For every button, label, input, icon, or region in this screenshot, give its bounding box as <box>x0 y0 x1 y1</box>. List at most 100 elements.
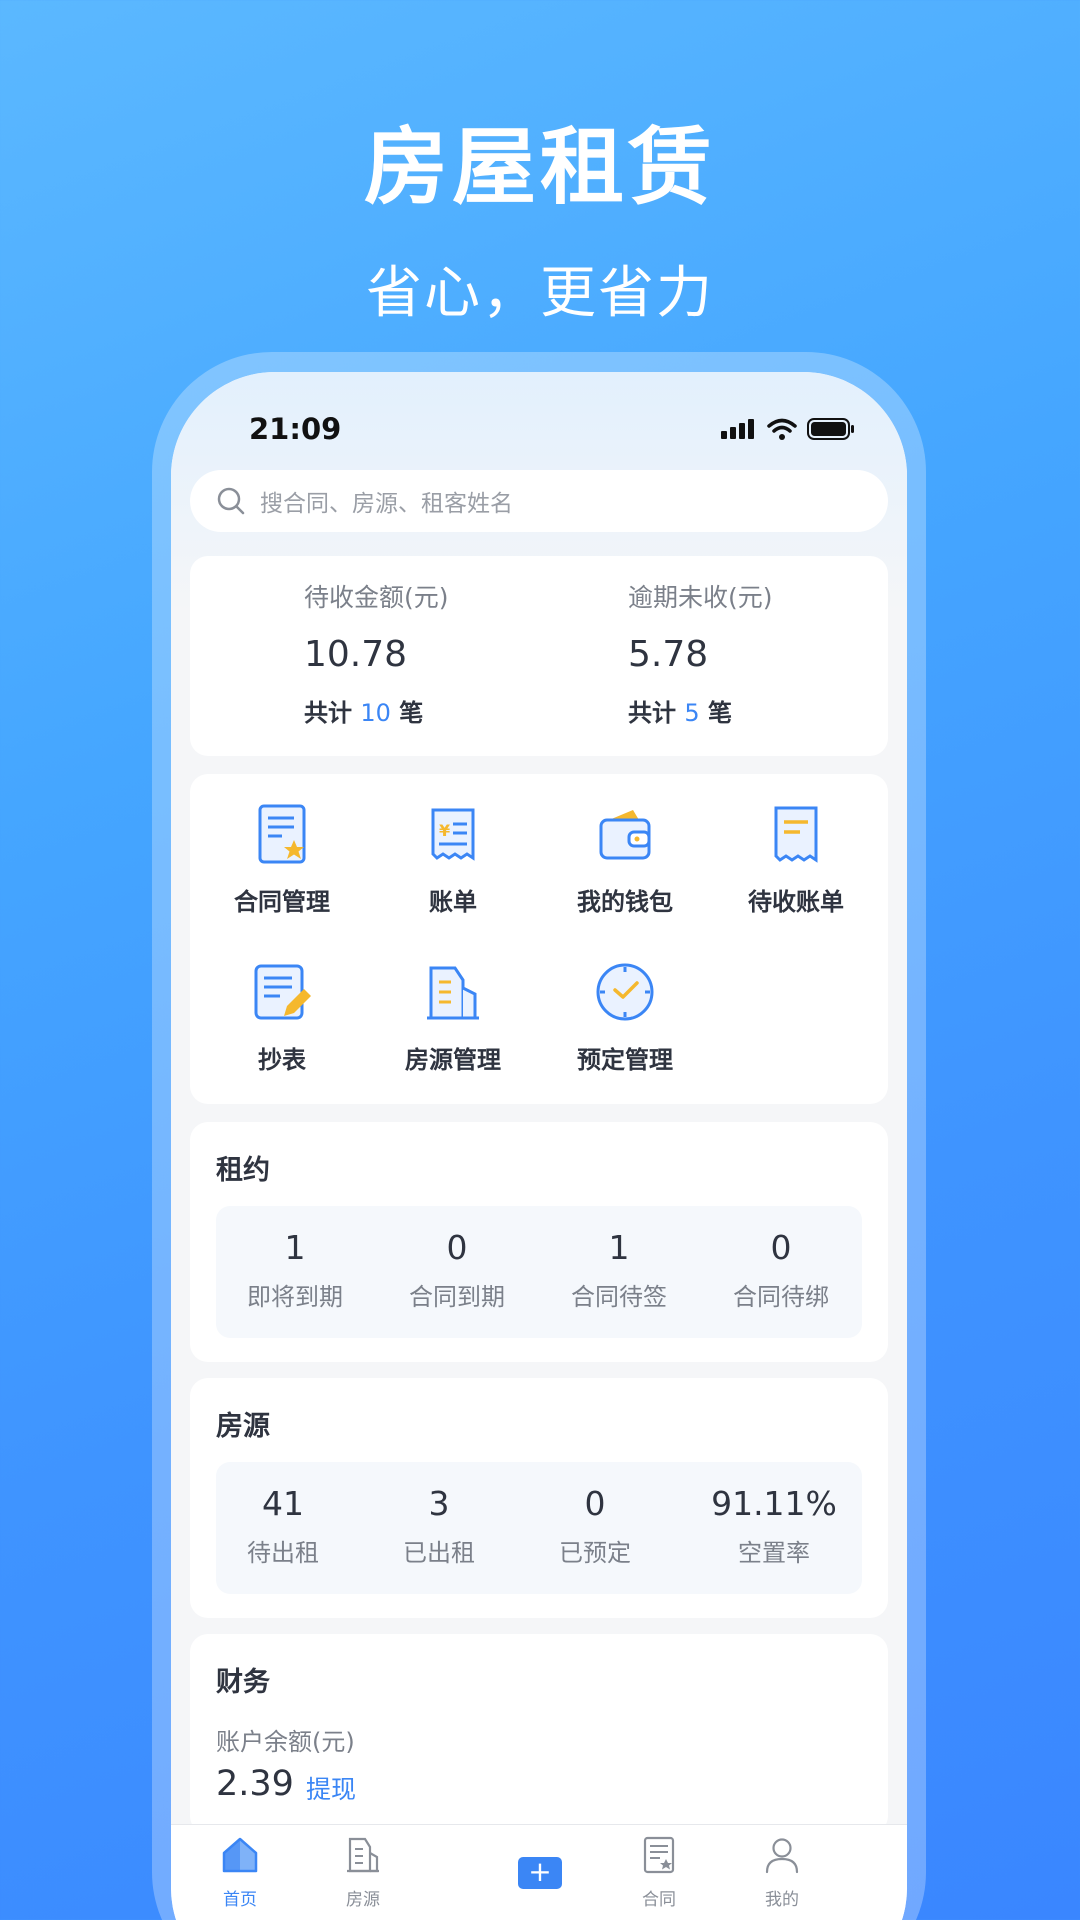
overdue-count-suffix: 笔 <box>708 699 732 727</box>
func-reservation-management[interactable]: 预定管理 <box>540 960 710 1075</box>
hero-title: 房屋租赁 <box>363 118 716 216</box>
pending-count: 共计 10 笔 <box>304 693 449 728</box>
lease-stat-to-bind[interactable]: 0 合同待绑 <box>706 1228 856 1312</box>
func-label: 账单 <box>429 888 477 916</box>
func-building-management[interactable]: 房源管理 <box>368 960 538 1075</box>
func-pending-bill[interactable]: 待收账单 <box>711 802 881 917</box>
balance-value: 2.39 <box>216 1764 294 1804</box>
wallet-icon <box>599 810 651 860</box>
stat-value: 1 <box>284 1228 306 1267</box>
house-stat-reserved[interactable]: 0 已预定 <box>520 1484 670 1568</box>
func-label: 我的钱包 <box>577 888 673 916</box>
receivable-card: 待收金额(元) 10.78 共计 10 笔 逾期未收(元) 5.78 共计 5 … <box>190 556 888 756</box>
contract-icon <box>258 804 306 864</box>
stat-label: 空置率 <box>738 1539 810 1567</box>
person-icon <box>765 1838 799 1874</box>
status-icons <box>721 418 855 440</box>
clock-icon <box>596 963 654 1021</box>
search-bar[interactable]: 搜合同、房源、租客姓名 <box>190 470 888 532</box>
overdue-amount-value: 5.78 <box>628 634 709 675</box>
stat-label: 合同到期 <box>409 1283 505 1311</box>
stat-value: 0 <box>770 1228 792 1267</box>
building-icon <box>347 1837 379 1873</box>
tab-label: 房源 <box>346 1890 380 1910</box>
house-stat-to-rent[interactable]: 41 待出租 <box>208 1484 358 1568</box>
svg-text:¥: ¥ <box>439 821 450 840</box>
stat-label: 合同待绑 <box>733 1283 829 1311</box>
search-icon <box>217 487 245 515</box>
stat-label: 待出租 <box>247 1539 319 1567</box>
stat-label: 已出租 <box>403 1539 475 1567</box>
function-grid: 合同管理 ¥ 账单 我的钱包 待收账单 抄表 房源管理 预定管理 <box>190 774 888 1104</box>
overdue-amount-label: 逾期未收(元) <box>628 583 773 612</box>
pending-count-suffix: 笔 <box>399 699 424 727</box>
func-label: 待收账单 <box>748 888 844 916</box>
tab-label: 合同 <box>642 1890 676 1910</box>
func-label: 房源管理 <box>405 1046 501 1074</box>
lease-stat-expiring-soon[interactable]: 1 即将到期 <box>220 1228 370 1312</box>
house-card: 房源 41 待出租 3 已出租 0 已预定 91.11% 空置率 <box>190 1378 888 1618</box>
stat-value: 91.11% <box>711 1484 837 1523</box>
house-stat-rented[interactable]: 3 已出租 <box>364 1484 514 1568</box>
lease-stat-expired[interactable]: 0 合同到期 <box>382 1228 532 1312</box>
stat-value: 1 <box>608 1228 630 1267</box>
lease-title: 租约 <box>216 1155 270 1186</box>
tab-bar: 首页 房源 + 合同 我的 <box>171 1824 907 1920</box>
tab-mine[interactable]: 我的 <box>722 1835 842 1910</box>
stat-value: 0 <box>446 1228 468 1267</box>
home-icon <box>222 1837 258 1873</box>
overdue-count-number: 5 <box>684 699 700 727</box>
stat-label: 合同待签 <box>571 1283 667 1311</box>
pending-count-number: 10 <box>360 699 391 727</box>
func-label: 合同管理 <box>234 888 330 916</box>
pending-count-prefix: 共计 <box>304 699 352 727</box>
pending-amount[interactable]: 待收金额(元) 10.78 共计 10 笔 <box>304 578 449 728</box>
func-label: 预定管理 <box>577 1046 673 1074</box>
func-contract-management[interactable]: 合同管理 <box>197 802 367 917</box>
func-bill[interactable]: ¥ 账单 <box>368 802 538 917</box>
bill-icon: ¥ <box>431 808 475 861</box>
pending-amount-value: 10.78 <box>304 634 408 675</box>
stat-label: 即将到期 <box>247 1283 343 1311</box>
house-stats: 41 待出租 3 已出租 0 已预定 91.11% 空置率 <box>216 1462 862 1594</box>
meter-reading-icon <box>254 964 311 1020</box>
signal-icon <box>721 419 754 439</box>
tab-label: 我的 <box>765 1890 799 1910</box>
stat-value: 3 <box>428 1484 450 1523</box>
pending-amount-label: 待收金额(元) <box>304 583 449 612</box>
house-title: 房源 <box>216 1411 270 1442</box>
wifi-icon <box>767 418 797 440</box>
contract-icon <box>643 1836 675 1874</box>
house-stat-vacancy-rate[interactable]: 91.11% 空置率 <box>694 1484 854 1568</box>
tab-contract[interactable]: 合同 <box>599 1835 719 1910</box>
overdue-amount[interactable]: 逾期未收(元) 5.78 共计 5 笔 <box>628 578 773 728</box>
add-button[interactable]: + <box>518 1857 562 1889</box>
phone-screen: 21:09 搜合同、房源、租客姓名 待收金额(元) 10.78 共计 10 笔 … <box>171 372 907 1920</box>
stat-value: 41 <box>262 1484 304 1523</box>
finance-title: 财务 <box>216 1667 270 1698</box>
tab-label: 首页 <box>223 1890 257 1910</box>
func-label: 抄表 <box>258 1046 306 1074</box>
lease-stat-to-sign[interactable]: 1 合同待签 <box>544 1228 694 1312</box>
balance-label: 账户余额(元) <box>216 1728 355 1756</box>
tab-house[interactable]: 房源 <box>303 1835 423 1910</box>
withdraw-link[interactable]: 提现 <box>306 1770 356 1806</box>
stat-value: 0 <box>584 1484 606 1523</box>
lease-card: 租约 1 即将到期 0 合同到期 1 合同待签 0 合同待绑 <box>190 1122 888 1362</box>
search-input[interactable]: 搜合同、房源、租客姓名 <box>260 484 513 518</box>
overdue-count: 共计 5 笔 <box>628 693 773 728</box>
tab-home[interactable]: 首页 <box>180 1835 300 1910</box>
finance-card: 财务 账户余额(元) 2.39 提现 <box>190 1634 888 1834</box>
func-wallet[interactable]: 我的钱包 <box>540 802 710 917</box>
pending-bill-icon <box>774 806 818 863</box>
status-time: 21:09 <box>249 412 342 446</box>
stat-label: 已预定 <box>559 1539 631 1567</box>
func-meter-reading[interactable]: 抄表 <box>197 960 367 1075</box>
building-icon <box>427 966 479 1020</box>
lease-stats: 1 即将到期 0 合同到期 1 合同待签 0 合同待绑 <box>216 1206 862 1338</box>
status-bar: 21:09 <box>171 412 907 452</box>
plus-icon: + <box>528 1855 552 1888</box>
battery-icon <box>807 418 854 440</box>
overdue-count-prefix: 共计 <box>628 699 676 727</box>
hero-subtitle: 省心，更省力 <box>366 261 714 326</box>
